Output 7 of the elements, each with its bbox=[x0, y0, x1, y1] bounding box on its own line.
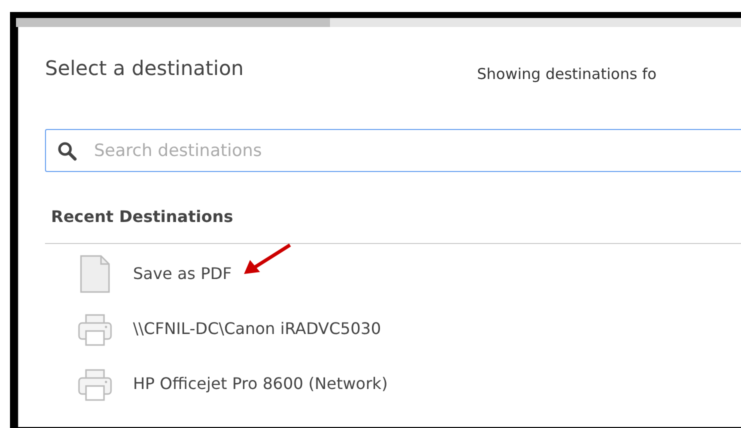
dialog-title: Select a destination bbox=[45, 55, 245, 82]
destination-item[interactable]: \\CFNIL-DC\Canon iRADVC5030 bbox=[133, 316, 381, 340]
search-field[interactable]: Search destinations bbox=[45, 129, 741, 172]
destination-item[interactable]: HP Officejet Pro 8600 (Network) bbox=[133, 372, 388, 396]
dialog-subtitle: Showing destinations fo bbox=[477, 64, 657, 85]
destination-item[interactable]: Save as PDF bbox=[133, 262, 232, 286]
section-heading: Recent Destinations bbox=[50, 206, 234, 228]
